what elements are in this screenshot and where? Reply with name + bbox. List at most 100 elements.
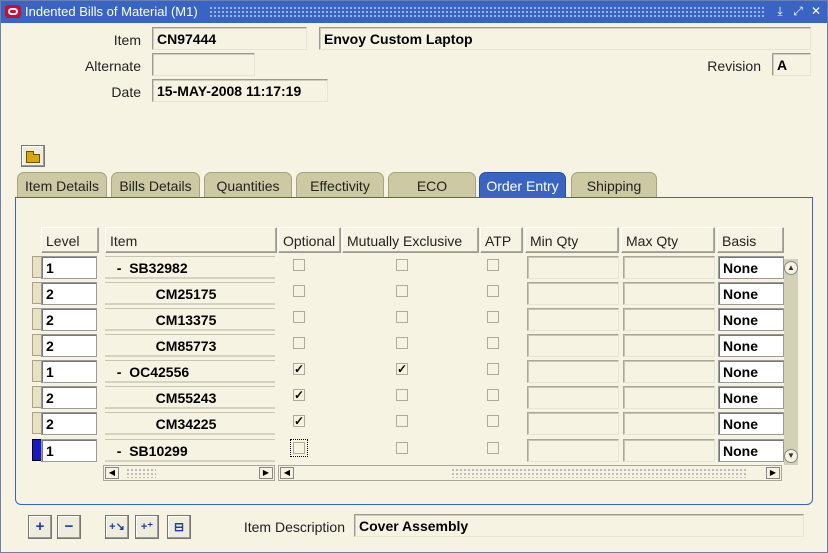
- optional-checkbox[interactable]: ✓: [293, 363, 305, 375]
- atp-checkbox[interactable]: [487, 415, 499, 427]
- scroll-right-icon[interactable]: ▶: [766, 467, 780, 479]
- max-qty-field[interactable]: [623, 386, 715, 409]
- basis-field[interactable]: None: [718, 334, 784, 357]
- atp-checkbox[interactable]: [487, 442, 499, 454]
- basis-field[interactable]: None: [718, 386, 784, 409]
- title-bar[interactable]: Indented Bills of Material (M1) ⤓ ⤢ ✕: [1, 1, 827, 23]
- scroll-left-icon[interactable]: ◀: [105, 467, 119, 479]
- item-horizontal-scrollbar[interactable]: ◀ ▶: [103, 465, 275, 481]
- optional-checkbox[interactable]: [290, 439, 308, 457]
- level-cell[interactable]: 2: [41, 308, 97, 331]
- scroll-thumb[interactable]: [126, 468, 156, 478]
- item-cell[interactable]: CM34225: [105, 412, 275, 435]
- mutually-exclusive-checkbox[interactable]: [396, 337, 408, 349]
- max-qty-field[interactable]: [623, 282, 715, 305]
- alternate-field[interactable]: [152, 53, 255, 76]
- atp-checkbox[interactable]: [487, 337, 499, 349]
- optional-checkbox[interactable]: ✓: [293, 389, 305, 401]
- basis-field[interactable]: None: [718, 360, 784, 383]
- item-description-field[interactable]: Cover Assembly: [354, 514, 804, 537]
- optional-checkbox[interactable]: ✓: [293, 415, 305, 427]
- level-cell[interactable]: 2: [41, 334, 97, 357]
- mutually-exclusive-checkbox[interactable]: [396, 285, 408, 297]
- basis-field[interactable]: None: [718, 412, 784, 435]
- title-drag-area[interactable]: [209, 6, 765, 18]
- vertical-scrollbar[interactable]: ▲ ▼: [784, 259, 798, 465]
- detail-horizontal-scrollbar[interactable]: ◀ ▶: [278, 465, 782, 481]
- scroll-down-icon[interactable]: ▼: [784, 449, 798, 463]
- min-qty-field[interactable]: [527, 308, 619, 331]
- level-cell[interactable]: 2: [41, 386, 97, 409]
- oracle-logo-icon: [5, 5, 21, 18]
- mutually-exclusive-checkbox[interactable]: [396, 311, 408, 323]
- max-qty-field[interactable]: [623, 439, 715, 462]
- tab-shipping[interactable]: Shipping: [571, 172, 657, 198]
- level-cell[interactable]: 2: [41, 412, 97, 435]
- tab-effectivity[interactable]: Effectivity: [296, 172, 384, 198]
- optional-checkbox[interactable]: [293, 285, 305, 297]
- level-cell[interactable]: 1: [41, 439, 97, 462]
- basis-field[interactable]: None: [718, 282, 784, 305]
- tab-bills-details[interactable]: Bills Details: [111, 172, 200, 198]
- scroll-thumb[interactable]: [451, 468, 747, 478]
- max-qty-field[interactable]: [623, 360, 715, 383]
- folder-open-icon[interactable]: [21, 145, 45, 167]
- expand-all-icon[interactable]: +⁺: [135, 515, 159, 539]
- basis-field[interactable]: None: [718, 256, 784, 279]
- mutually-exclusive-checkbox[interactable]: [396, 415, 408, 427]
- level-cell[interactable]: 1: [41, 256, 97, 279]
- atp-checkbox[interactable]: [487, 389, 499, 401]
- basis-field[interactable]: None: [718, 439, 784, 462]
- item-field[interactable]: CN97444: [152, 27, 307, 50]
- scroll-up-icon[interactable]: ▲: [784, 261, 798, 275]
- tab-quantities[interactable]: Quantities: [204, 172, 292, 198]
- close-icon[interactable]: ✕: [809, 4, 823, 19]
- plus-icon[interactable]: +: [28, 515, 52, 539]
- item-name-field[interactable]: Envoy Custom Laptop: [319, 27, 811, 50]
- collapse-all-icon[interactable]: ⊟: [167, 515, 191, 539]
- tab-order-entry[interactable]: Order Entry: [479, 172, 566, 198]
- optional-checkbox[interactable]: [293, 259, 305, 271]
- optional-checkbox[interactable]: [293, 337, 305, 349]
- min-qty-field[interactable]: [527, 439, 619, 462]
- revision-field[interactable]: A: [772, 53, 811, 76]
- date-field[interactable]: 15-MAY-2008 11:17:19: [152, 79, 328, 102]
- basis-field[interactable]: None: [718, 308, 784, 331]
- mutually-exclusive-checkbox[interactable]: ✓: [396, 363, 408, 375]
- item-cell[interactable]: - SB10299: [105, 439, 275, 462]
- optional-checkbox[interactable]: [293, 311, 305, 323]
- tab-item-details[interactable]: Item Details: [17, 172, 107, 198]
- scroll-left-icon[interactable]: ◀: [280, 467, 294, 479]
- mutually-exclusive-checkbox[interactable]: [396, 442, 408, 454]
- min-qty-field[interactable]: [527, 386, 619, 409]
- atp-checkbox[interactable]: [487, 285, 499, 297]
- atp-checkbox[interactable]: [487, 363, 499, 375]
- atp-checkbox[interactable]: [487, 311, 499, 323]
- max-qty-field[interactable]: [623, 256, 715, 279]
- scroll-right-icon[interactable]: ▶: [259, 467, 273, 479]
- max-qty-field[interactable]: [623, 308, 715, 331]
- minimize-icon[interactable]: ⤓: [773, 4, 787, 19]
- max-qty-field[interactable]: [623, 412, 715, 435]
- item-cell[interactable]: - SB32982: [105, 256, 275, 279]
- maximize-icon[interactable]: ⤢: [791, 4, 805, 19]
- mutually-exclusive-checkbox[interactable]: [396, 259, 408, 271]
- item-cell[interactable]: CM55243: [105, 386, 275, 409]
- tab-eco[interactable]: ECO: [388, 172, 476, 198]
- item-cell[interactable]: CM13375: [105, 308, 275, 331]
- min-qty-field[interactable]: [527, 360, 619, 383]
- minus-icon[interactable]: −: [57, 515, 81, 539]
- level-cell[interactable]: 1: [41, 360, 97, 383]
- max-qty-field[interactable]: [623, 334, 715, 357]
- mutually-exclusive-checkbox[interactable]: [396, 389, 408, 401]
- min-qty-field[interactable]: [527, 256, 619, 279]
- item-cell[interactable]: CM85773: [105, 334, 275, 357]
- min-qty-field[interactable]: [527, 412, 619, 435]
- atp-checkbox[interactable]: [487, 259, 499, 271]
- item-cell[interactable]: CM25175: [105, 282, 275, 305]
- min-qty-field[interactable]: [527, 334, 619, 357]
- expand-branch-icon[interactable]: +↘: [105, 515, 129, 539]
- min-qty-field[interactable]: [527, 282, 619, 305]
- item-cell[interactable]: - OC42556: [105, 360, 275, 383]
- level-cell[interactable]: 2: [41, 282, 97, 305]
